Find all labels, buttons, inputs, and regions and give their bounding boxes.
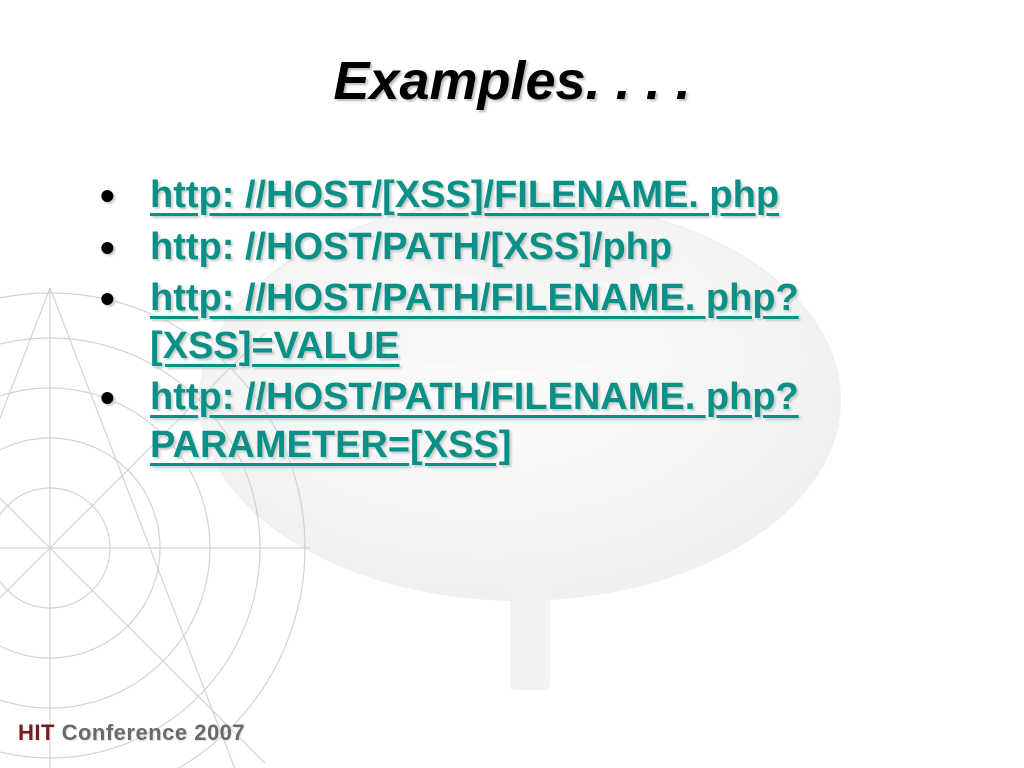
- example-item: http: //HOST/PATH/FILENAME. php? PARAMET…: [100, 374, 984, 469]
- example-link[interactable]: http: //HOST/PATH/FILENAME. php? PARAMET…: [150, 376, 799, 466]
- brand-rest: Conference 2007: [62, 720, 246, 745]
- brand-hit: HIT: [18, 720, 62, 745]
- example-item: http: //HOST/PATH/[XSS]/php: [100, 224, 984, 272]
- slide-title: Examples. . . .: [40, 50, 984, 112]
- example-link[interactable]: http: //HOST/PATH/FILENAME. php? [XSS]=V…: [150, 277, 799, 367]
- example-item: http: //HOST/PATH/FILENAME. php? [XSS]=V…: [100, 275, 984, 370]
- example-item: http: //HOST/[XSS]/FILENAME. php: [100, 172, 984, 220]
- example-list: http: //HOST/[XSS]/FILENAME. php http: /…: [40, 172, 984, 469]
- example-link[interactable]: http: //HOST/[XSS]/FILENAME. php: [150, 174, 779, 216]
- example-text: http: //HOST/PATH/[XSS]/php: [150, 226, 672, 268]
- slide: Examples. . . . http: //HOST/[XSS]/FILEN…: [0, 0, 1024, 768]
- footer-brand: HIT Conference 2007: [18, 720, 245, 746]
